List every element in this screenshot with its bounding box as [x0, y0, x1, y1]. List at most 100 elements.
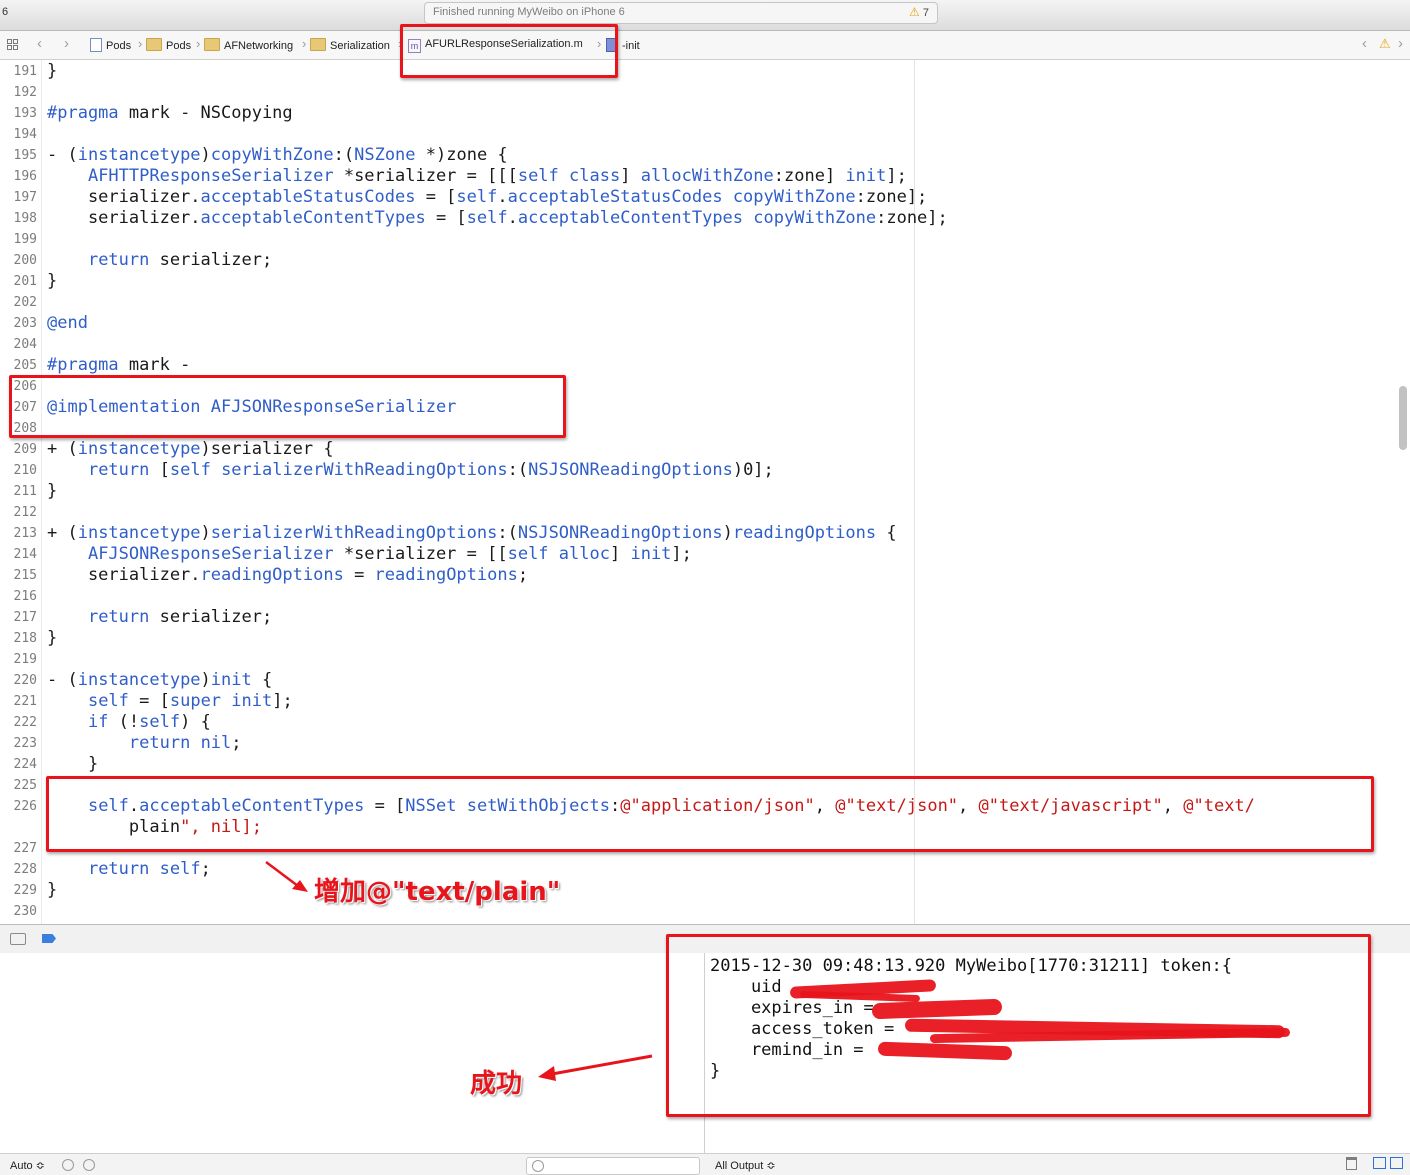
activity-viewer[interactable]: Finished running MyWeibo on iPhone 6 ⚠ 7: [424, 2, 938, 24]
code-line[interactable]: }: [47, 628, 57, 648]
info-icon[interactable]: [83, 1159, 95, 1171]
code-line[interactable]: serializer.acceptableStatusCodes = [self…: [47, 187, 927, 207]
jump-bar: ‹ › Pods › Pods › AFNetworking › Seriali…: [0, 31, 1410, 60]
added-line-highlight-box: [46, 776, 1374, 852]
warning-indicator[interactable]: ⚠ 7: [909, 5, 929, 19]
annotation-added-text: 增加@"text/plain": [314, 877, 561, 907]
code-line[interactable]: return self;: [47, 859, 211, 879]
eye-icon[interactable]: [62, 1159, 74, 1171]
related-items-icon[interactable]: [7, 39, 19, 51]
line-number: 197: [13, 190, 37, 205]
code-line[interactable]: }: [47, 61, 57, 81]
chevron-right-icon: ›: [302, 36, 307, 51]
line-number: 227: [13, 841, 37, 856]
crumb-afnetworking[interactable]: AFNetworking: [204, 38, 293, 52]
line-number: 219: [13, 652, 37, 667]
line-number: 218: [13, 631, 37, 646]
code-line[interactable]: - (instancetype)copyWithZone:(NSZone *)z…: [47, 145, 508, 165]
annotation-success-text: 成功: [470, 1069, 523, 1099]
folder-icon: [204, 38, 220, 51]
line-number: 203: [13, 316, 37, 331]
line-number: 195: [13, 148, 37, 163]
code-line[interactable]: AFHTTPResponseSerializer *serializer = […: [47, 166, 907, 186]
crumb-pods-project[interactable]: Pods: [90, 38, 131, 52]
project-icon: [90, 38, 102, 52]
line-number: 210: [13, 463, 37, 478]
code-line[interactable]: serializer.acceptableContentTypes = [sel…: [47, 208, 948, 228]
line-number: 199: [13, 232, 37, 247]
code-line[interactable]: return [self serializerWithReadingOption…: [47, 460, 774, 480]
line-number: 212: [13, 505, 37, 520]
line-number: 211: [13, 484, 37, 499]
line-number: 224: [13, 757, 37, 772]
line-number: 228: [13, 862, 37, 877]
line-number: 222: [13, 715, 37, 730]
code-line[interactable]: #pragma mark - NSCopying: [47, 103, 293, 123]
code-line[interactable]: - (instancetype)init {: [47, 670, 272, 690]
editor-scrollbar[interactable]: [1399, 386, 1407, 450]
code-line[interactable]: @end: [47, 313, 88, 333]
code-line[interactable]: }: [47, 754, 98, 774]
chevron-right-icon: ›: [196, 36, 201, 51]
line-number: 202: [13, 295, 37, 310]
code-line[interactable]: }: [47, 481, 57, 501]
line-number: 230: [13, 904, 37, 919]
back-arrow-icon[interactable]: ‹: [37, 35, 42, 52]
line-number: 213: [13, 526, 37, 541]
line-number: 223: [13, 736, 37, 751]
issue-back-icon[interactable]: ‹: [1362, 35, 1367, 52]
code-line[interactable]: return serializer;: [47, 607, 272, 627]
code-line[interactable]: + (instancetype)serializerWithReadingOpt…: [47, 523, 897, 543]
code-line[interactable]: serializer.readingOptions = readingOptio…: [47, 565, 528, 585]
console-output-select[interactable]: All Output ≎: [715, 1159, 776, 1172]
line-number: 201: [13, 274, 37, 289]
hide-debug-area-icon[interactable]: [10, 933, 26, 945]
implementation-highlight-box: [9, 375, 566, 438]
code-line[interactable]: AFJSONResponseSerializer *serializer = […: [47, 544, 692, 564]
filter-icon: [532, 1160, 544, 1172]
issue-forward-icon[interactable]: ›: [1398, 35, 1403, 52]
code-line[interactable]: }: [47, 880, 57, 900]
line-number: 215: [13, 568, 37, 583]
split-view-left-icon[interactable]: [1373, 1157, 1386, 1169]
line-number: 204: [13, 337, 37, 352]
filename-highlight-box: [400, 24, 618, 78]
line-number: 226: [13, 799, 37, 814]
variables-filter-field[interactable]: [526, 1157, 700, 1175]
console-highlight-box: [666, 934, 1371, 1117]
code-line[interactable]: self = [super init];: [47, 691, 293, 711]
crumb-pods-group[interactable]: Pods: [146, 38, 191, 52]
line-number: 216: [13, 589, 37, 604]
line-number: 221: [13, 694, 37, 709]
code-line[interactable]: return serializer;: [47, 250, 272, 270]
code-line[interactable]: return nil;: [47, 733, 242, 753]
code-line[interactable]: if (!self) {: [47, 712, 211, 732]
toolbar-counter: 6: [2, 6, 9, 18]
forward-arrow-icon[interactable]: ›: [64, 35, 69, 52]
crumb-serialization[interactable]: Serialization: [310, 38, 390, 52]
folder-icon: [310, 38, 326, 51]
warning-count: 7: [922, 7, 929, 19]
folder-icon: [146, 38, 162, 51]
line-number: 198: [13, 211, 37, 226]
line-number: 192: [13, 85, 37, 100]
code-line[interactable]: #pragma mark -: [47, 355, 190, 375]
chevron-right-icon: ›: [138, 36, 143, 51]
line-number: 196: [13, 169, 37, 184]
warning-icon[interactable]: ⚠: [1379, 36, 1391, 52]
trash-icon[interactable]: [1346, 1157, 1357, 1170]
annotation-arrow-icon: [538, 1054, 653, 1081]
code-line[interactable]: + (instancetype)serializer {: [47, 439, 334, 459]
toolbar: 6 Finished running MyWeibo on iPhone 6 ⚠…: [0, 0, 1410, 31]
line-number: 220: [13, 673, 37, 688]
variables-scope-select[interactable]: Auto ≎: [10, 1159, 45, 1172]
debug-bottom-bar: Auto ≎ All Output ≎: [0, 1153, 1410, 1175]
breakpoints-toggle-icon[interactable]: [42, 934, 56, 943]
line-number: 214: [13, 547, 37, 562]
annotation-arrow-icon: [265, 861, 308, 892]
code-line[interactable]: }: [47, 271, 57, 291]
line-number: 194: [13, 127, 37, 142]
line-number: 191: [13, 64, 37, 79]
line-number: 229: [13, 883, 37, 898]
split-view-right-icon[interactable]: [1390, 1157, 1403, 1169]
